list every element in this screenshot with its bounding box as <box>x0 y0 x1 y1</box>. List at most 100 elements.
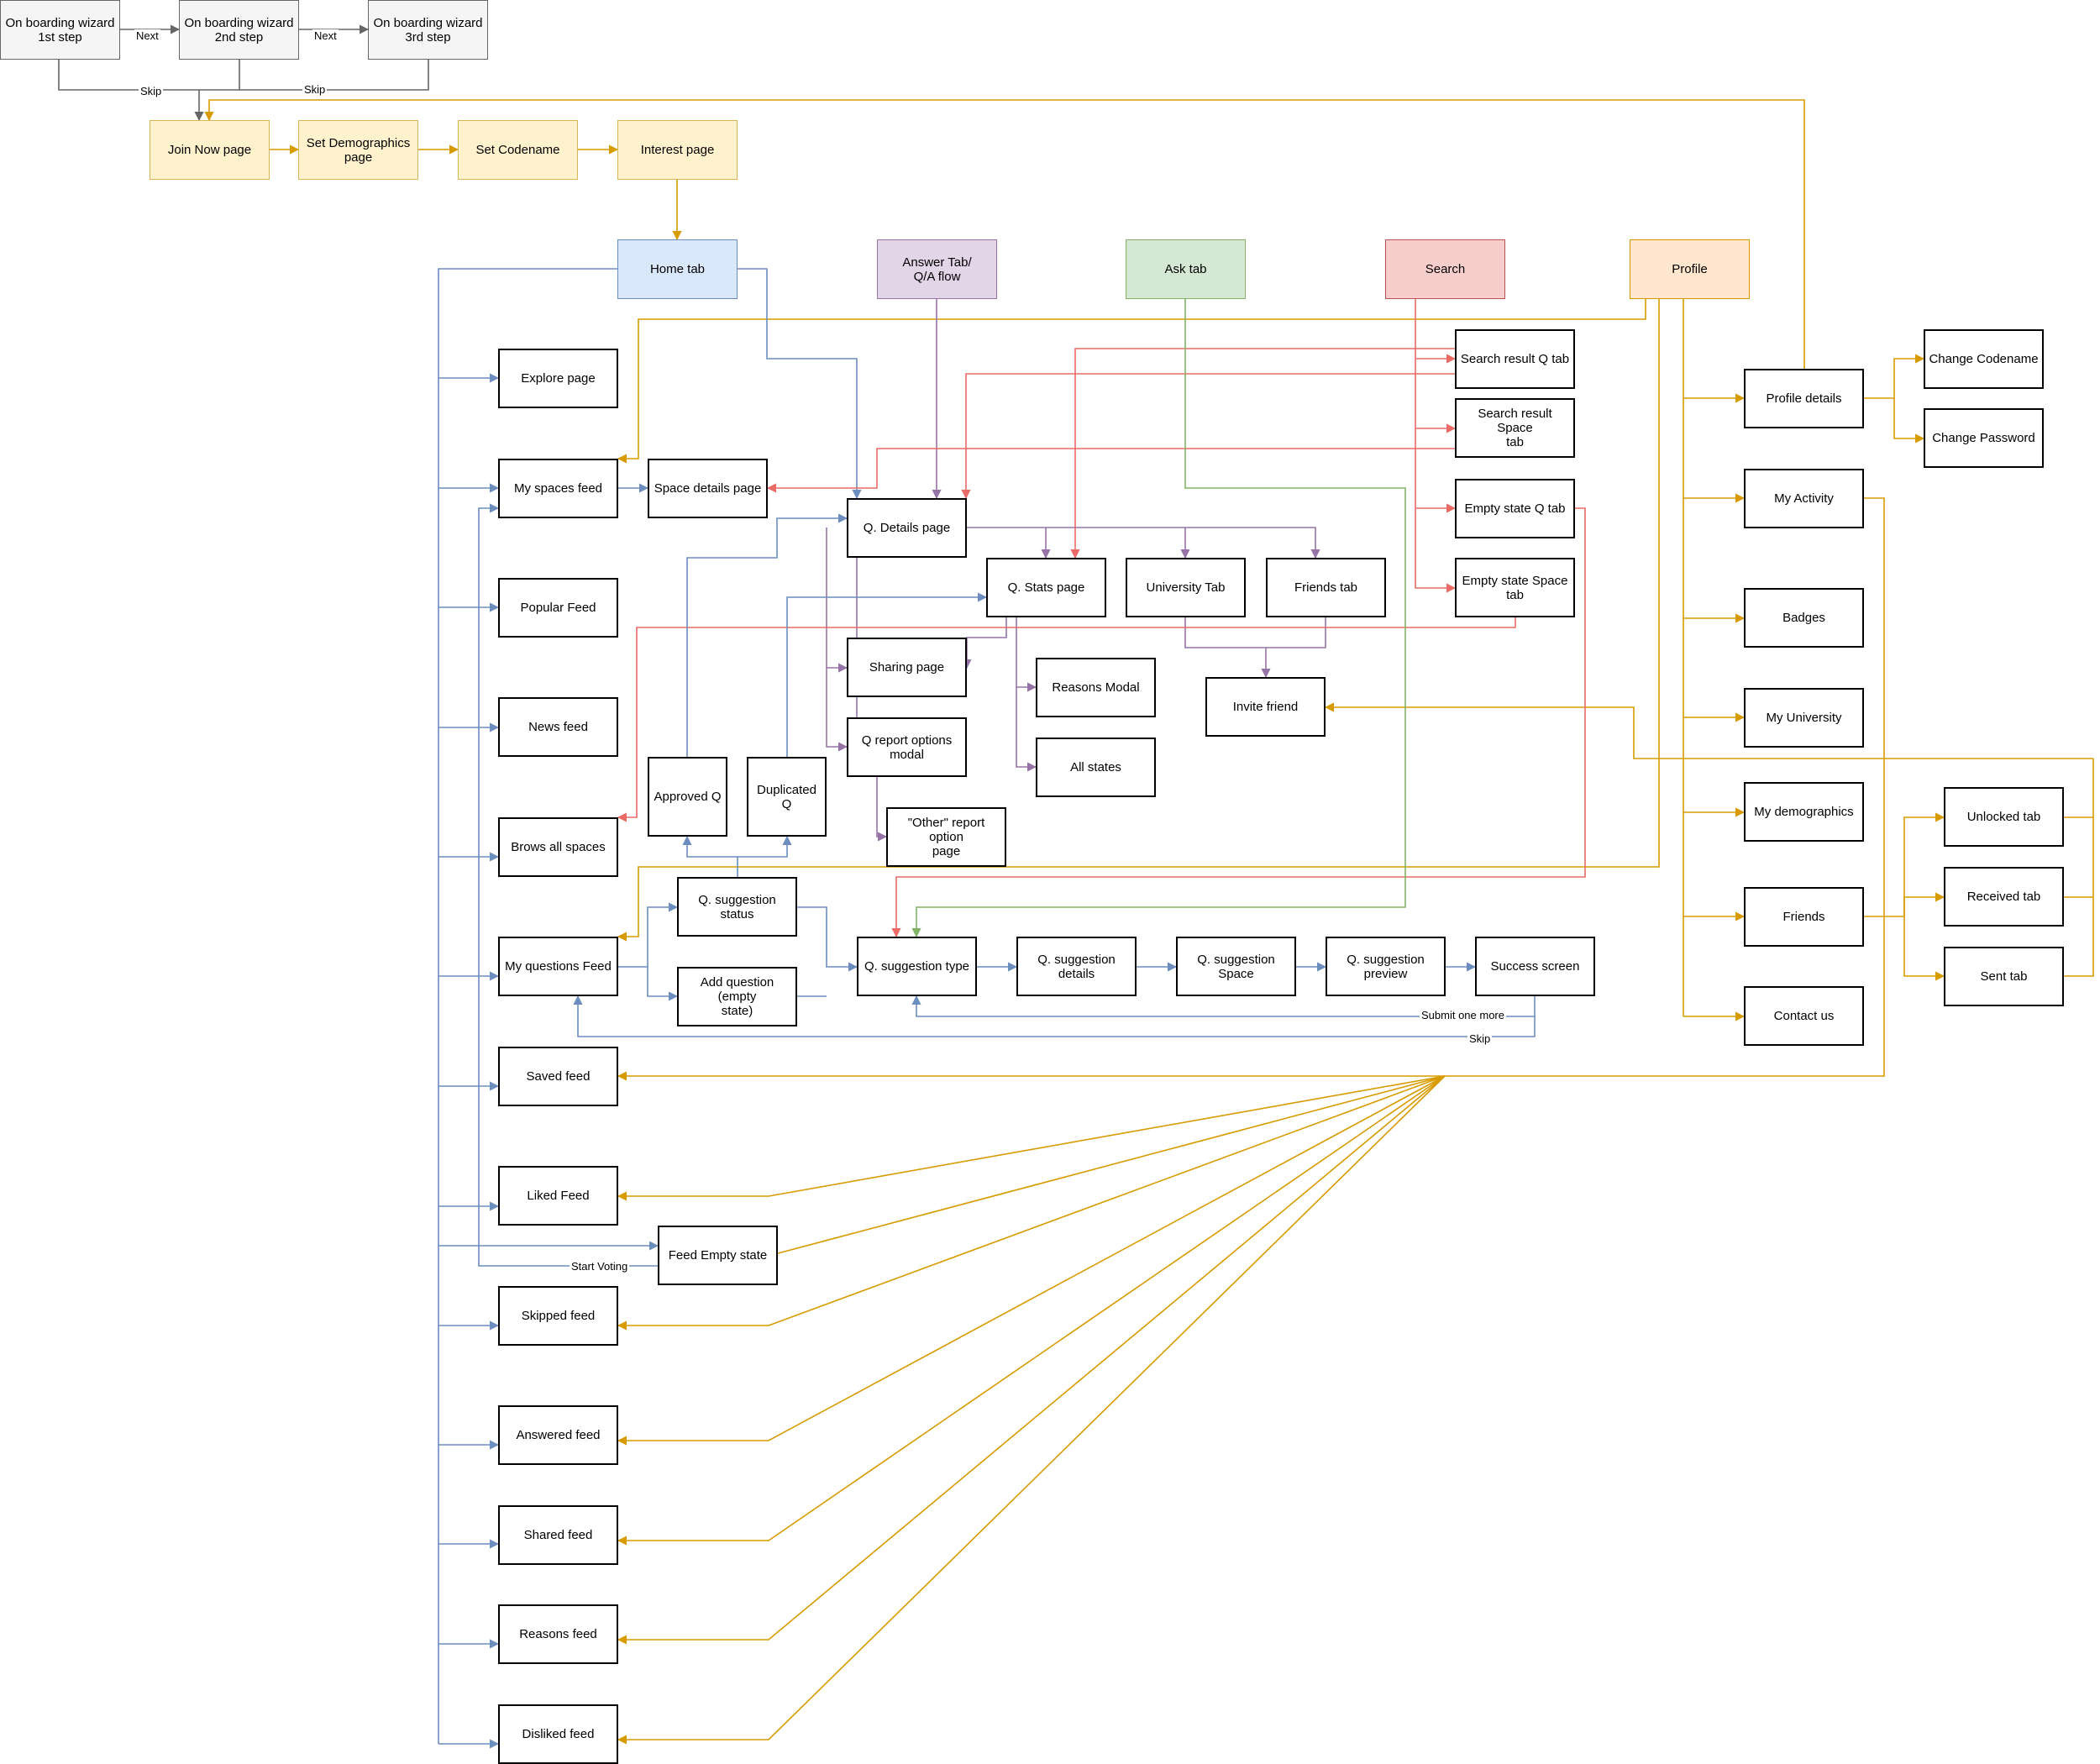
node-ob2[interactable]: On boarding wizard 2nd step <box>179 0 299 60</box>
node-label: Received tab <box>1966 890 2041 904</box>
edge-orange-25 <box>2064 816 2094 898</box>
node-unlocked[interactable]: Unlocked tab <box>1944 787 2064 847</box>
node-mydemographics[interactable]: My demographics <box>1744 782 1864 842</box>
node-profile[interactable]: Profile <box>1630 239 1750 299</box>
node-allstates[interactable]: All states <box>1036 738 1156 797</box>
node-answer[interactable]: Answer Tab/ Q/A flow <box>877 239 997 299</box>
node-qstats[interactable]: Q. Stats page <box>986 558 1106 617</box>
node-qreport[interactable]: Q report options modal <box>847 717 967 777</box>
node-explore[interactable]: Explore page <box>498 349 618 408</box>
node-sent[interactable]: Sent tab <box>1944 947 2064 1006</box>
node-myquestions[interactable]: My questions Feed <box>498 937 618 996</box>
node-join[interactable]: Join Now page <box>150 120 270 180</box>
node-browse[interactable]: Brows all spaces <box>498 817 618 877</box>
node-changecodename[interactable]: Change Codename <box>1924 329 2044 389</box>
node-srs[interactable]: Search result Space tab <box>1455 398 1575 458</box>
node-ob1[interactable]: On boarding wizard 1st step <box>0 0 120 60</box>
node-skipped[interactable]: Skipped feed <box>498 1286 618 1346</box>
node-label: Change Codename <box>1929 352 2039 366</box>
node-label: Set Codename <box>475 143 560 157</box>
node-label: Search <box>1425 262 1466 276</box>
node-label: Profile details <box>1766 391 1842 406</box>
edge-purple-63 <box>1016 617 1037 772</box>
node-qsugdetails[interactable]: Q. suggestion details <box>1016 937 1137 996</box>
node-univtab[interactable]: University Tab <box>1126 558 1246 617</box>
node-interest[interactable]: Interest page <box>617 120 738 180</box>
node-myuniversity[interactable]: My University <box>1744 688 1864 748</box>
node-label: "Other" report option page <box>907 816 985 858</box>
node-qsugtype[interactable]: Q. suggestion type <box>857 937 977 996</box>
edge-blue-80 <box>797 906 858 972</box>
node-spacedetails[interactable]: Space details page <box>648 459 768 518</box>
edge-red-73 <box>961 373 1455 500</box>
node-news[interactable]: News feed <box>498 697 618 757</box>
node-invite[interactable]: Invite friend <box>1205 677 1326 737</box>
node-friendstab[interactable]: Friends tab <box>1266 558 1386 617</box>
edge-orange-34 <box>617 1075 1446 1546</box>
node-label: Empty state Space tab <box>1462 573 1568 602</box>
node-label: Change Password <box>1932 431 2035 445</box>
node-label: Reasons Modal <box>1052 680 1140 695</box>
node-label: Liked Feed <box>527 1189 590 1203</box>
node-label: Success screen <box>1490 959 1580 974</box>
node-srq[interactable]: Search result Q tab <box>1455 329 1575 389</box>
node-changepassword[interactable]: Change Password <box>1924 408 2044 468</box>
node-qsugstatus[interactable]: Q. suggestion status <box>677 877 797 937</box>
node-saved[interactable]: Saved feed <box>498 1047 618 1106</box>
node-label: Reasons feed <box>519 1627 597 1641</box>
node-feedempty[interactable]: Feed Empty state <box>658 1226 778 1285</box>
node-popular[interactable]: Popular Feed <box>498 578 618 638</box>
node-myactivity[interactable]: My Activity <box>1744 469 1864 528</box>
node-codename[interactable]: Set Codename <box>458 120 578 180</box>
node-success[interactable]: Success screen <box>1475 937 1595 996</box>
node-label: Friends tab <box>1294 580 1358 595</box>
node-duplicated[interactable]: Duplicated Q <box>747 757 827 837</box>
node-badges[interactable]: Badges <box>1744 588 1864 648</box>
node-label: Empty state Q tab <box>1464 501 1566 516</box>
node-label: Join Now page <box>167 143 252 157</box>
edge-purple-67 <box>876 777 888 842</box>
node-shared[interactable]: Shared feed <box>498 1505 618 1565</box>
node-addq[interactable]: Add question (empty state) <box>677 967 797 1026</box>
node-ask[interactable]: Ask tab <box>1126 239 1246 299</box>
edge-orange-27 <box>1324 702 2093 759</box>
node-ob3[interactable]: On boarding wizard 3rd step <box>368 0 488 60</box>
node-label: Unlocked tab <box>1966 810 2041 824</box>
node-received[interactable]: Received tab <box>1944 867 2064 927</box>
node-approved[interactable]: Approved Q <box>648 757 727 837</box>
node-qsugspace[interactable]: Q. suggestion Space <box>1176 937 1296 996</box>
node-reasonsmodal[interactable]: Reasons Modal <box>1036 658 1156 717</box>
node-qsugpreview[interactable]: Q. suggestion preview <box>1326 937 1446 996</box>
node-otherreport[interactable]: "Other" report option page <box>886 807 1006 867</box>
node-label: Home tab <box>649 262 706 276</box>
edge-label-skip2: Skip <box>302 83 328 96</box>
node-label: Q. suggestion details <box>1037 952 1116 981</box>
node-friends[interactable]: Friends <box>1744 887 1864 947</box>
node-esq[interactable]: Empty state Q tab <box>1455 479 1575 538</box>
node-search[interactable]: Search <box>1385 239 1505 299</box>
edge-blue-79 <box>647 967 679 1001</box>
edge-label-next2: Next <box>312 29 339 42</box>
node-demo[interactable]: Set Demographics page <box>298 120 418 180</box>
node-contact[interactable]: Contact us <box>1744 986 1864 1046</box>
edge-orange-32 <box>617 1075 1446 1331</box>
edge-orange-31 <box>768 1075 1446 1261</box>
node-reasonsfeed[interactable]: Reasons feed <box>498 1604 618 1664</box>
node-label: Brows all spaces <box>511 840 606 854</box>
node-sharing[interactable]: Sharing page <box>847 638 967 697</box>
node-ess[interactable]: Empty state Space tab <box>1455 558 1575 617</box>
node-liked[interactable]: Liked Feed <box>498 1166 618 1226</box>
node-label: Q report options modal <box>861 732 953 762</box>
node-myspaces[interactable]: My spaces feed <box>498 459 618 518</box>
edge-orange-21 <box>1893 398 1925 444</box>
node-answered[interactable]: Answered feed <box>498 1405 618 1465</box>
node-qdetails[interactable]: Q. Details page <box>847 498 967 558</box>
node-label: Q. Details page <box>863 521 951 535</box>
node-label: Answered feed <box>516 1428 601 1442</box>
edge-orange-30 <box>617 1075 1446 1201</box>
node-label: My demographics <box>1754 805 1854 819</box>
node-home[interactable]: Home tab <box>617 239 738 299</box>
node-label: Answer Tab/ Q/A flow <box>902 255 972 284</box>
node-disliked[interactable]: Disliked feed <box>498 1704 618 1764</box>
node-profiledetails[interactable]: Profile details <box>1744 369 1864 428</box>
